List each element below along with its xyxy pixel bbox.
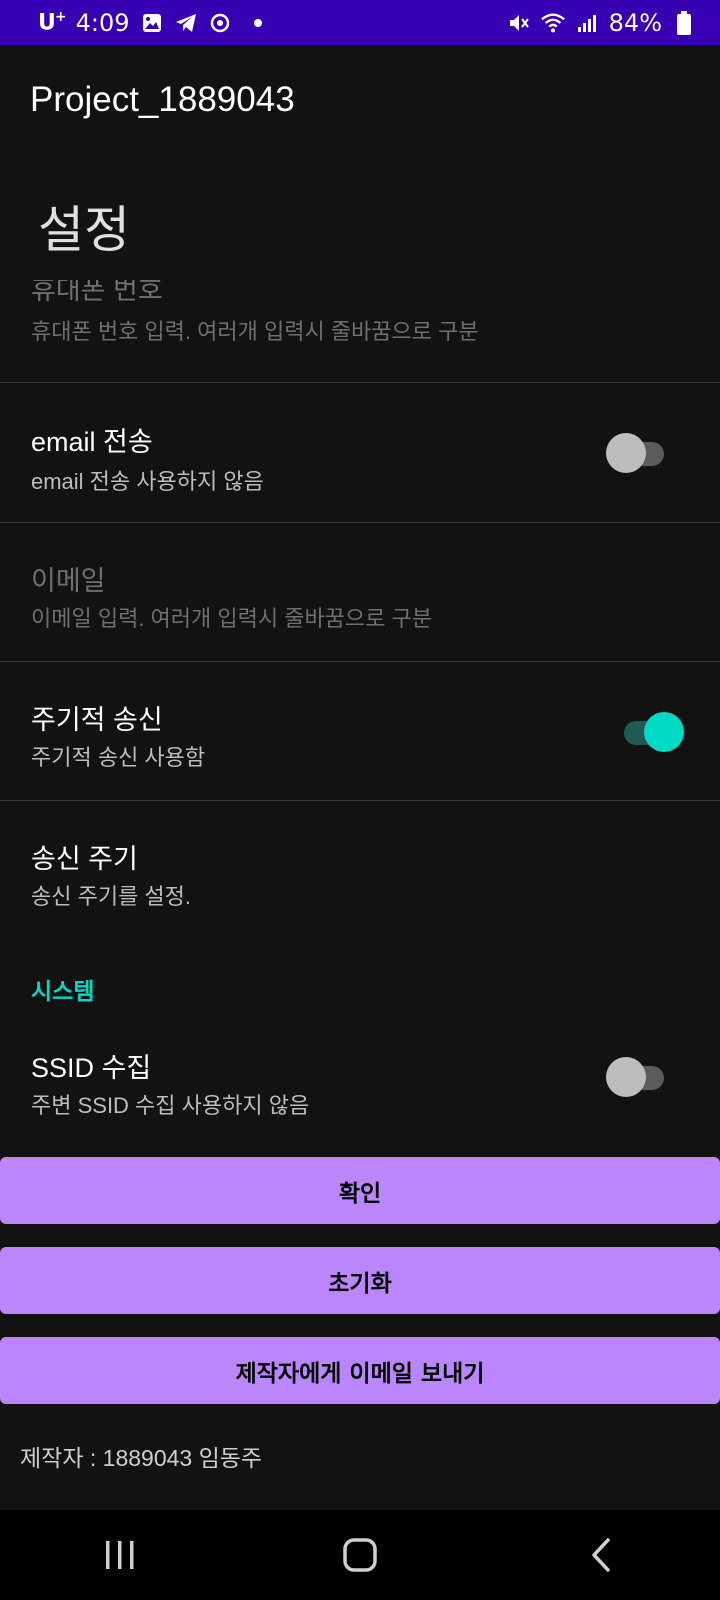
signal-icon (575, 11, 599, 35)
pref-periodic-title: 주기적 송신 (31, 705, 163, 735)
back-button[interactable] (560, 1525, 640, 1585)
gallery-icon (140, 11, 164, 35)
sync-icon (208, 11, 232, 35)
reset-button[interactable]: 초기화 (0, 1247, 720, 1314)
status-bar: U+ 4:09 84% (0, 0, 720, 45)
recents-button[interactable] (80, 1525, 160, 1585)
app-title: Project_1889043 (30, 80, 295, 119)
battery-percent: 84% (608, 8, 662, 37)
pref-email-send[interactable]: email 전송 email 전송 사용하지 않음 (0, 384, 720, 523)
author-label: 제작자 : 1889043 임동주 (20, 1445, 263, 1471)
pref-interval-title: 송신 주기 (31, 844, 138, 874)
nav-bar (0, 1510, 720, 1600)
pref-interval-summary: 송신 주기를 설정. (31, 884, 192, 909)
ssid-switch[interactable] (606, 1057, 670, 1097)
switch-thumb (644, 712, 684, 752)
periodic-switch[interactable] (614, 712, 684, 752)
confirm-button[interactable]: 확인 (0, 1157, 720, 1224)
pref-ssid-title: SSID 수집 (31, 1053, 152, 1083)
pref-email-send-summary: email 전송 사용하지 않음 (31, 469, 264, 494)
telegram-icon (174, 11, 198, 35)
home-icon (343, 1538, 377, 1572)
back-icon (592, 1538, 610, 1572)
switch-thumb (606, 1057, 646, 1097)
status-left: U+ 4:09 (38, 9, 262, 37)
status-time: 4:09 (75, 8, 130, 37)
notification-dot-icon (253, 18, 262, 27)
pref-email-summary: 이메일 입력. 여러개 입력시 줄바꿈으로 구분 (31, 606, 432, 631)
mute-icon (507, 11, 531, 35)
pref-ssid-summary: 주변 SSID 수집 사용하지 않음 (31, 1093, 310, 1118)
switch-thumb (606, 433, 646, 473)
pref-phone[interactable]: 휴대폰 번호 휴대폰 번호 입력. 여러개 입력시 줄바꿈으로 구분 (0, 280, 720, 383)
pref-email[interactable]: 이메일 이메일 입력. 여러개 입력시 줄바꿈으로 구분 (0, 523, 720, 662)
pref-email-title: 이메일 (31, 566, 106, 596)
page-title: 설정 (38, 201, 130, 259)
pref-email-send-title: email 전송 (31, 427, 153, 457)
status-right: 84% (507, 9, 696, 37)
pref-ssid[interactable]: SSID 수집 주변 SSID 수집 사용하지 않음 (0, 1010, 720, 1130)
battery-icon (672, 10, 696, 35)
pref-phone-title: 휴대폰 번호 (31, 280, 163, 305)
carrier-label: U+ (38, 9, 67, 36)
home-button[interactable] (320, 1525, 400, 1585)
pref-periodic[interactable]: 주기적 송신 주기적 송신 사용함 (0, 662, 720, 801)
pref-phone-clip: 휴대폰 번호 휴대폰 번호 입력. 여러개 입력시 줄바꿈으로 구분 (0, 280, 720, 383)
pref-phone-summary: 휴대폰 번호 입력. 여러개 입력시 줄바꿈으로 구분 (31, 319, 479, 344)
pref-interval[interactable]: 송신 주기 송신 주기를 설정. (0, 801, 720, 940)
app-bar: Project_1889043 (0, 45, 720, 155)
wifi-icon (540, 11, 565, 35)
recents-icon (106, 1541, 134, 1569)
pref-periodic-summary: 주기적 송신 사용함 (31, 745, 206, 770)
category-system: 시스템 (31, 979, 95, 1005)
email-send-switch[interactable] (606, 433, 670, 473)
email-developer-button[interactable]: 제작자에게 이메일 보내기 (0, 1337, 720, 1404)
